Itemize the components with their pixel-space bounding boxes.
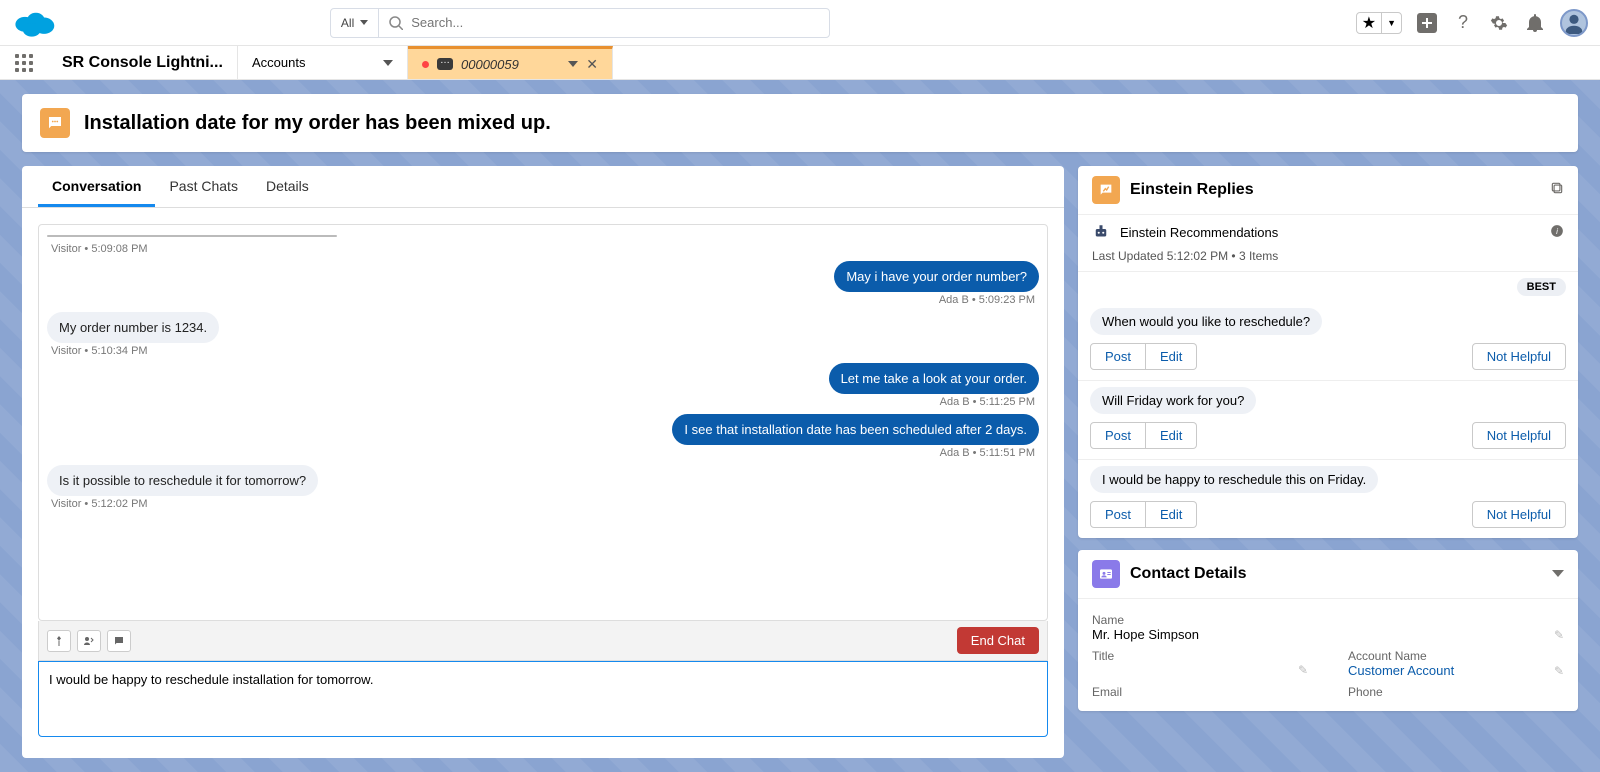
compose-area bbox=[38, 661, 1048, 742]
chat-panel: Conversation Past Chats Details Visitor … bbox=[22, 166, 1064, 758]
end-chat-button[interactable]: End Chat bbox=[957, 627, 1039, 654]
global-add-button[interactable] bbox=[1416, 12, 1438, 34]
user-avatar[interactable] bbox=[1560, 9, 1588, 37]
svg-text:i: i bbox=[1556, 226, 1558, 235]
record-title: Installation date for my order has been … bbox=[84, 112, 551, 135]
message-meta: Ada B • 5:09:23 PM bbox=[935, 292, 1039, 308]
copy-icon[interactable] bbox=[1550, 181, 1564, 200]
einstein-bot-icon bbox=[1092, 223, 1110, 241]
tab-past-chats[interactable]: Past Chats bbox=[155, 166, 251, 207]
chevron-down-icon: ▼ bbox=[1382, 18, 1401, 28]
agent-message: May i have your order number? bbox=[834, 261, 1039, 292]
reply-text: Will Friday work for you? bbox=[1090, 387, 1256, 414]
search-scope-label: All bbox=[341, 16, 354, 30]
chat-icon bbox=[437, 58, 453, 70]
field-label-account: Account Name bbox=[1348, 649, 1564, 663]
new-chat-button[interactable] bbox=[107, 630, 131, 652]
close-tab-icon[interactable]: ✕ bbox=[586, 56, 598, 73]
notifications-bell-icon[interactable] bbox=[1524, 12, 1546, 34]
nav-tab-accounts[interactable]: Accounts bbox=[238, 46, 408, 79]
help-icon[interactable]: ? bbox=[1452, 12, 1474, 34]
global-actions: ★ ▼ ? bbox=[1356, 9, 1588, 37]
message-input[interactable] bbox=[38, 661, 1048, 737]
edit-pencil-icon[interactable]: ✎ bbox=[1554, 664, 1564, 678]
message-meta: Visitor • 5:09:08 PM bbox=[47, 241, 152, 257]
contact-details-card: Contact Details Name Mr. Hope Simpson ✎ … bbox=[1078, 550, 1578, 711]
field-label-email: Email bbox=[1092, 685, 1308, 699]
not-helpful-button[interactable]: Not Helpful bbox=[1472, 343, 1566, 370]
post-button[interactable]: Post bbox=[1090, 343, 1146, 370]
einstein-recs-label: Einstein Recommendations bbox=[1120, 225, 1278, 240]
edit-button[interactable]: Edit bbox=[1146, 422, 1197, 449]
reply-suggestion: I would be happy to reschedule this on F… bbox=[1078, 460, 1578, 538]
app-name: SR Console Lightni... bbox=[48, 46, 238, 79]
message-meta: Visitor • 5:10:34 PM bbox=[47, 343, 152, 359]
edit-button[interactable]: Edit bbox=[1146, 343, 1197, 370]
chat-panel-tabs: Conversation Past Chats Details bbox=[22, 166, 1064, 208]
chevron-down-icon bbox=[383, 60, 393, 66]
reply-text: I would be happy to reschedule this on F… bbox=[1090, 466, 1378, 493]
nav-tab-chat-record[interactable]: 00000059 ✕ bbox=[408, 46, 613, 79]
tab-details[interactable]: Details bbox=[252, 166, 323, 207]
reply-text: When would you like to reschedule? bbox=[1090, 308, 1322, 335]
message-meta: Ada B • 5:11:51 PM bbox=[936, 445, 1039, 461]
raise-flag-button[interactable] bbox=[47, 630, 71, 652]
field-label-title: Title bbox=[1092, 649, 1308, 663]
edit-button[interactable]: Edit bbox=[1146, 501, 1197, 528]
field-value-name: Mr. Hope Simpson bbox=[1092, 627, 1199, 642]
edit-pencil-icon[interactable]: ✎ bbox=[1298, 663, 1308, 677]
agent-message: Let me take a look at your order. bbox=[829, 363, 1039, 394]
field-label-phone: Phone bbox=[1348, 685, 1564, 699]
search-input[interactable] bbox=[411, 15, 819, 30]
reply-suggestion: Will Friday work for you? Post Edit Not … bbox=[1078, 381, 1578, 460]
best-badge: BEST bbox=[1517, 278, 1566, 296]
einstein-replies-card: Einstein Replies Einstein Recommendation… bbox=[1078, 166, 1578, 538]
global-header: All ★ ▼ ? bbox=[0, 0, 1600, 46]
contact-title: Contact Details bbox=[1130, 565, 1246, 583]
chevron-down-icon[interactable] bbox=[568, 61, 578, 67]
visitor-message: My order number is 1234. bbox=[47, 312, 219, 343]
not-helpful-button[interactable]: Not Helpful bbox=[1472, 422, 1566, 449]
unread-indicator-icon bbox=[422, 61, 429, 68]
search-scope-dropdown[interactable]: All bbox=[331, 9, 379, 37]
chevron-down-icon bbox=[360, 20, 368, 25]
scroll-indicator bbox=[47, 235, 337, 237]
post-button[interactable]: Post bbox=[1090, 501, 1146, 528]
field-label-name: Name bbox=[1092, 613, 1564, 627]
transfer-chat-button[interactable] bbox=[77, 630, 101, 652]
reply-suggestion: When would you like to reschedule? Post … bbox=[1078, 302, 1578, 381]
contact-icon bbox=[1092, 560, 1120, 588]
search-icon bbox=[389, 16, 403, 30]
einstein-replies-icon bbox=[1092, 176, 1120, 204]
salesforce-logo bbox=[12, 8, 57, 38]
chevron-down-icon[interactable] bbox=[1552, 565, 1564, 583]
chat-record-icon bbox=[40, 108, 70, 138]
visitor-message: Is it possible to reschedule it for tomo… bbox=[47, 465, 318, 496]
global-search: All bbox=[330, 8, 830, 38]
record-number: 00000059 bbox=[461, 57, 519, 72]
message-meta: Ada B • 5:11:25 PM bbox=[936, 394, 1039, 410]
message-meta: Visitor • 5:12:02 PM bbox=[47, 496, 152, 512]
post-button[interactable]: Post bbox=[1090, 422, 1146, 449]
setup-gear-icon[interactable] bbox=[1488, 12, 1510, 34]
favorites-button[interactable]: ★ ▼ bbox=[1356, 12, 1402, 34]
app-nav: SR Console Lightni... Accounts 00000059 … bbox=[0, 46, 1600, 80]
chat-toolbar: End Chat bbox=[38, 621, 1048, 661]
einstein-meta: Last Updated 5:12:02 PM • 3 Items bbox=[1078, 249, 1578, 272]
app-launcher-button[interactable] bbox=[0, 46, 48, 79]
record-header: Installation date for my order has been … bbox=[22, 94, 1578, 152]
sidebar: Einstein Replies Einstein Recommendation… bbox=[1078, 166, 1578, 758]
nav-tab-label: Accounts bbox=[252, 55, 305, 70]
einstein-title: Einstein Replies bbox=[1130, 181, 1254, 199]
field-value-account[interactable]: Customer Account bbox=[1348, 663, 1454, 678]
agent-message: I see that installation date has been sc… bbox=[672, 414, 1039, 445]
chat-transcript[interactable]: Visitor • 5:09:08 PM May i have your ord… bbox=[38, 224, 1048, 621]
info-icon[interactable]: i bbox=[1550, 224, 1564, 241]
workspace: Installation date for my order has been … bbox=[0, 80, 1600, 772]
star-icon: ★ bbox=[1357, 13, 1381, 33]
edit-pencil-icon[interactable]: ✎ bbox=[1554, 628, 1564, 642]
not-helpful-button[interactable]: Not Helpful bbox=[1472, 501, 1566, 528]
tab-conversation[interactable]: Conversation bbox=[38, 166, 155, 207]
